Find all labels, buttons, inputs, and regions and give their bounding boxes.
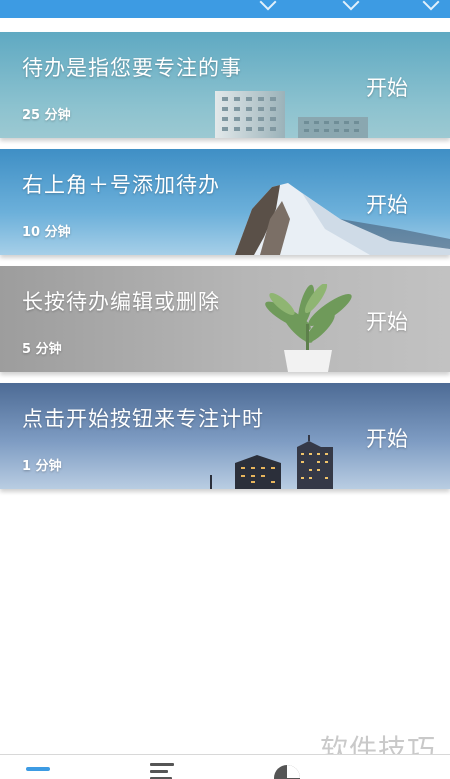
pie-chart-icon xyxy=(274,765,300,779)
potted-plant-image xyxy=(265,284,352,372)
todo-card[interactable]: 点击开始按钮来专注计时 1 分钟 开始 xyxy=(0,383,450,489)
tab-timer[interactable] xyxy=(8,755,68,779)
bottom-navigation xyxy=(0,754,450,779)
tab-todo-list[interactable] xyxy=(132,755,192,779)
chevron-down-icon[interactable] xyxy=(422,0,440,11)
start-button[interactable]: 开始 xyxy=(366,72,408,102)
buildings-image xyxy=(215,91,368,138)
timer-tab-icon xyxy=(26,767,50,771)
todo-card[interactable]: 待办是指您要专注的事 25 分钟 开始 xyxy=(0,32,450,138)
todo-title: 待办是指您要专注的事 xyxy=(22,56,242,80)
start-button[interactable]: 开始 xyxy=(366,189,408,219)
todo-title: 点击开始按钮来专注计时 xyxy=(22,407,264,431)
tab-statistics[interactable] xyxy=(258,755,318,779)
top-app-bar xyxy=(0,0,450,18)
city-skyline-image xyxy=(210,435,333,489)
todo-title: 长按待办编辑或删除 xyxy=(22,290,220,314)
app-screen: 待办是指您要专注的事 25 分钟 开始 右上角＋号添加待办 10 分钟 开始 长… xyxy=(0,0,450,779)
todo-duration: 10 分钟 xyxy=(22,225,71,240)
todo-list: 待办是指您要专注的事 25 分钟 开始 右上角＋号添加待办 10 分钟 开始 长… xyxy=(0,32,450,500)
start-button[interactable]: 开始 xyxy=(366,423,408,453)
chevron-down-icon[interactable] xyxy=(259,0,277,11)
todo-card[interactable]: 长按待办编辑或删除 5 分钟 开始 xyxy=(0,266,450,372)
chevron-down-icon[interactable] xyxy=(342,0,360,11)
start-button[interactable]: 开始 xyxy=(366,306,408,336)
snow-mountain-image xyxy=(235,183,450,255)
todo-duration: 25 分钟 xyxy=(22,108,71,123)
todo-duration: 1 分钟 xyxy=(22,459,62,474)
todo-duration: 5 分钟 xyxy=(22,342,62,357)
todo-card[interactable]: 右上角＋号添加待办 10 分钟 开始 xyxy=(0,149,450,255)
todo-title: 右上角＋号添加待办 xyxy=(22,173,220,197)
